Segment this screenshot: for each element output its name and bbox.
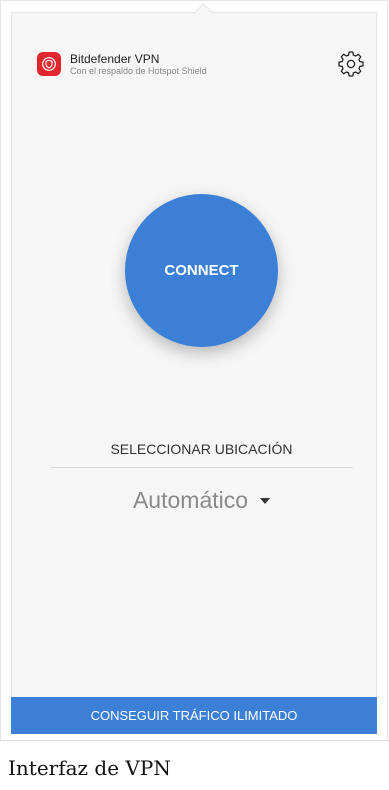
page-caption: Interfaz de VPN xyxy=(8,756,171,780)
vpn-popup xyxy=(11,12,377,734)
location-heading: SELECCIONAR UBICACIÓN xyxy=(110,441,293,457)
location-dropdown[interactable]: Automático xyxy=(80,482,323,518)
caret-down-icon xyxy=(260,498,271,504)
divider xyxy=(50,467,353,468)
gear-icon[interactable] xyxy=(338,51,364,77)
shield-icon xyxy=(37,52,61,76)
upgrade-button[interactable]: CONSEGUIR TRÁFICO ILIMITADO xyxy=(11,697,377,734)
app-subtitle: Con el respaldo de Hotspot Shield xyxy=(70,66,207,76)
connect-button[interactable]: CONNECT xyxy=(125,194,278,347)
app-name: Bitdefender VPN xyxy=(70,52,160,66)
caption-divider xyxy=(0,740,389,741)
location-value: Automático xyxy=(132,486,249,513)
